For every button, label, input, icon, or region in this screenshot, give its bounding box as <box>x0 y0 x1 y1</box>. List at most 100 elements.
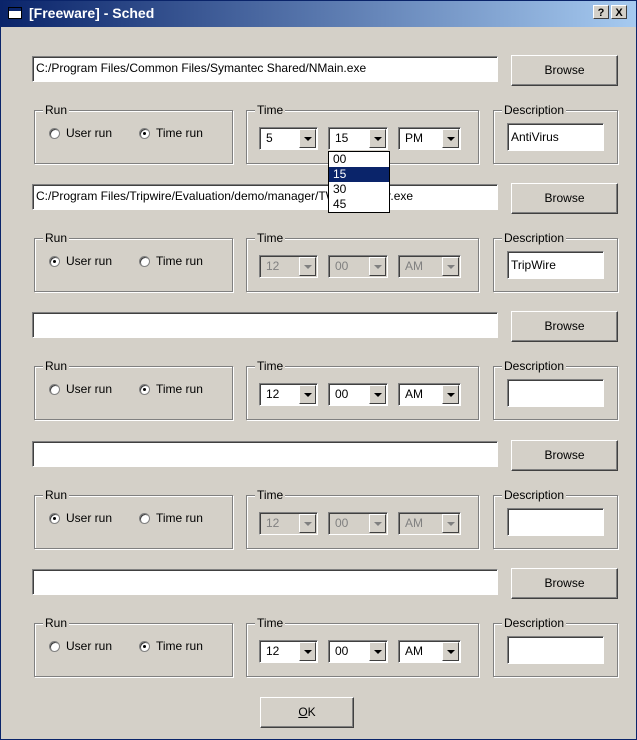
chevron-down-icon[interactable] <box>299 514 316 533</box>
user-run-radio[interactable]: User run <box>49 382 112 396</box>
hour-combo[interactable]: 12 <box>259 255 318 278</box>
chevron-down-icon[interactable] <box>299 129 316 148</box>
chevron-down-icon[interactable] <box>442 257 459 276</box>
description-input[interactable]: AntiVirus <box>507 123 604 151</box>
user-run-radio[interactable]: User run <box>49 511 112 525</box>
time-run-label: Time run <box>156 382 203 396</box>
browse-button[interactable]: Browse <box>511 311 618 342</box>
description-input[interactable] <box>507 636 604 664</box>
close-button[interactable]: X <box>611 5 627 19</box>
ampm-combo[interactable]: AM <box>398 512 461 535</box>
user-run-radio[interactable]: User run <box>49 639 112 653</box>
minute-option-30[interactable]: 30 <box>329 182 389 197</box>
hour-combo[interactable]: 12 <box>259 512 318 535</box>
browse-button[interactable]: Browse <box>511 440 618 471</box>
chevron-down-icon[interactable] <box>369 385 386 404</box>
time-group: Time 12 00 AM <box>246 487 479 549</box>
minute-combo[interactable]: 00 <box>328 383 388 406</box>
hour-combo[interactable]: 12 <box>259 383 318 406</box>
path-input[interactable] <box>32 441 498 467</box>
time-run-radio[interactable]: Time run <box>139 254 203 268</box>
app-icon <box>8 7 22 19</box>
minute-option-00[interactable]: 00 <box>329 152 389 167</box>
time-run-radio[interactable]: Time run <box>139 511 203 525</box>
run-group: Run User run Time run <box>34 358 233 420</box>
chevron-down-icon[interactable] <box>369 514 386 533</box>
title-bar[interactable]: [Freeware] - Sched ? X <box>1 1 636 27</box>
description-group: Description <box>493 358 618 420</box>
chevron-down-icon[interactable] <box>442 514 459 533</box>
chevron-down-icon[interactable] <box>442 642 459 661</box>
user-run-radio[interactable]: User run <box>49 254 112 268</box>
chevron-down-icon[interactable] <box>442 385 459 404</box>
path-input[interactable]: C:/Program Files/Common Files/Symantec S… <box>32 56 498 82</box>
description-input[interactable] <box>507 379 604 407</box>
browse-button[interactable]: Browse <box>511 183 618 214</box>
ampm-combo[interactable]: AM <box>398 255 461 278</box>
radio-dot <box>139 513 150 524</box>
ampm-combo[interactable]: AM <box>398 383 461 406</box>
hour-combo[interactable]: 5 <box>259 127 318 150</box>
run-group-label: Run <box>43 102 70 118</box>
description-group: Description <box>493 615 618 677</box>
run-group-label: Run <box>43 230 70 246</box>
user-run-label: User run <box>66 511 113 525</box>
description-input[interactable]: TripWire <box>507 251 604 279</box>
time-run-radio[interactable]: Time run <box>139 639 203 653</box>
description-input[interactable] <box>507 508 604 536</box>
run-group-label: Run <box>43 615 70 631</box>
ampm-value: PM <box>405 131 423 145</box>
chevron-down-icon[interactable] <box>299 257 316 276</box>
ok-button[interactable]: OK <box>260 697 354 728</box>
minute-combo[interactable]: 15 <box>328 127 388 150</box>
run-group-label: Run <box>43 487 70 503</box>
hour-value: 12 <box>266 516 280 530</box>
ampm-combo[interactable]: PM <box>398 127 461 150</box>
time-run-label: Time run <box>156 639 203 653</box>
time-run-label: Time run <box>156 254 203 268</box>
time-run-label: Time run <box>156 126 203 140</box>
chevron-down-icon[interactable] <box>442 129 459 148</box>
minute-option-45[interactable]: 45 <box>329 197 389 212</box>
browse-button[interactable]: Browse <box>511 568 618 599</box>
path-input[interactable] <box>32 312 498 338</box>
description-group-label: Description <box>502 358 567 374</box>
minute-value: 00 <box>335 516 349 530</box>
time-run-radio[interactable]: Time run <box>139 126 203 140</box>
time-group-label: Time <box>255 487 286 503</box>
chevron-down-icon[interactable] <box>369 257 386 276</box>
user-run-radio[interactable]: User run <box>49 126 112 140</box>
radio-dot <box>49 641 60 652</box>
minute-value: 00 <box>335 387 349 401</box>
minute-combo[interactable]: 00 <box>328 640 388 663</box>
radio-dot <box>49 128 60 139</box>
chevron-down-icon[interactable] <box>299 385 316 404</box>
chevron-down-icon[interactable] <box>369 642 386 661</box>
chevron-down-icon[interactable] <box>299 642 316 661</box>
chevron-down-icon[interactable] <box>369 129 386 148</box>
minute-combo[interactable]: 00 <box>328 512 388 535</box>
time-run-radio[interactable]: Time run <box>139 382 203 396</box>
user-run-label: User run <box>66 254 113 268</box>
minute-option-15[interactable]: 15 <box>329 167 389 182</box>
hour-combo[interactable]: 12 <box>259 640 318 663</box>
help-button[interactable]: ? <box>593 5 609 19</box>
hour-value: 12 <box>266 259 280 273</box>
window-title: [Freeware] - Sched <box>29 5 155 21</box>
time-run-label: Time run <box>156 511 203 525</box>
browse-button[interactable]: Browse <box>511 55 618 86</box>
run-group: Run User run Time run <box>34 487 233 549</box>
ampm-combo[interactable]: AM <box>398 640 461 663</box>
minute-dropdown-list[interactable]: 00 15 30 45 <box>328 151 390 213</box>
time-group: Time 12 00 AM <box>246 358 479 420</box>
user-run-label: User run <box>66 639 113 653</box>
user-run-label: User run <box>66 382 113 396</box>
minute-value: 15 <box>335 131 349 145</box>
time-group-label: Time <box>255 102 286 118</box>
minute-combo[interactable]: 00 <box>328 255 388 278</box>
run-group: Run User run Time run <box>34 102 233 164</box>
path-input[interactable]: C:/Program Files/Tripwire/Evaluation/dem… <box>32 184 498 210</box>
ok-mnemonic: O <box>298 705 308 719</box>
run-group-label: Run <box>43 358 70 374</box>
path-input[interactable] <box>32 569 498 595</box>
